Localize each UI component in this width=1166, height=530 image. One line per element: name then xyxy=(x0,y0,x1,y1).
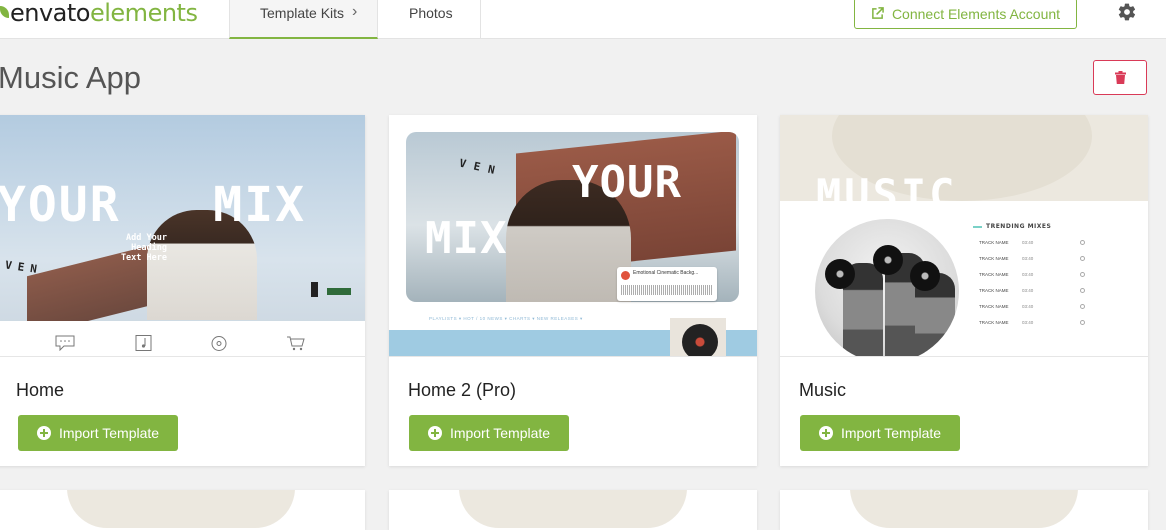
play-icon xyxy=(1080,256,1085,261)
track-row: TRACK NAME 03:40 xyxy=(979,304,1089,310)
template-card-music: MUSIC TRENDING MIXES TRACK NAME 03:40 TRA… xyxy=(780,115,1148,466)
template-thumbnail[interactable]: YOUR MIX Add Your Heading Text Here VEN xyxy=(0,115,365,357)
plus-circle-icon xyxy=(36,426,51,440)
play-icon xyxy=(621,271,630,280)
street-sign xyxy=(327,288,351,295)
thumb-heading-your: YOUR xyxy=(572,157,682,208)
vinyl-record xyxy=(873,245,903,275)
import-template-button[interactable]: Import Template xyxy=(800,415,960,451)
vinyl-image xyxy=(670,318,726,356)
template-card-home-2-pro: VEN YOUR MIX Emotional Cinematic Backg..… xyxy=(389,115,757,466)
import-button-label: Import Template xyxy=(840,425,942,441)
thumb-heading: MUSIC xyxy=(816,170,958,219)
thumb-heading-mix: MIX xyxy=(425,213,508,264)
chevron-right-icon: › xyxy=(352,3,358,20)
play-icon xyxy=(1080,288,1085,293)
tab-label: Template Kits xyxy=(260,5,345,21)
template-thumbnail[interactable]: MUSIC TRENDING MIXES TRACK NAME 03:40 TRA… xyxy=(780,115,1148,357)
thumb-heading: YOUR MIX xyxy=(0,177,306,233)
plus-circle-icon xyxy=(818,426,833,440)
template-name: Music xyxy=(799,380,847,400)
logo-text-elements: elements xyxy=(89,0,198,27)
track-row: TRACK NAME 03:40 xyxy=(979,240,1089,246)
plus-circle-icon xyxy=(427,426,442,440)
template-thumbnail[interactable]: VEN YOUR MIX Emotional Cinematic Backg..… xyxy=(389,115,757,357)
template-card-partial[interactable] xyxy=(0,490,365,530)
template-card-partial[interactable] xyxy=(780,490,1148,530)
play-icon xyxy=(1080,320,1085,325)
template-name: Home 2 (Pro) xyxy=(408,380,517,400)
tab-photos[interactable]: Photos xyxy=(379,0,481,38)
waveform xyxy=(621,285,713,295)
thumb-subheading: Add Your Heading Text Here xyxy=(120,233,167,263)
play-icon xyxy=(1080,304,1085,309)
track-row: TRACK NAME 03:40 xyxy=(979,320,1089,326)
delete-kit-button[interactable] xyxy=(1093,60,1147,95)
play-icon xyxy=(1080,272,1085,277)
thumb-nav: PLAYLISTS ▾ HOT / 10 NEWS ▾ CHARTS ▾ NEW… xyxy=(429,316,583,321)
leaf-icon xyxy=(0,6,9,18)
player-title: Emotional Cinematic Backg... xyxy=(633,270,699,276)
import-template-button[interactable]: Import Template xyxy=(18,415,178,451)
template-name: Home xyxy=(16,380,65,400)
music-note-icon xyxy=(135,335,152,351)
track-row: TRACK NAME 03:40 xyxy=(979,256,1089,262)
play-icon xyxy=(1080,240,1085,245)
page-title: Music App xyxy=(0,60,142,95)
import-button-label: Import Template xyxy=(58,425,160,441)
top-bar: envatoelements Template Kits › Photos Co… xyxy=(0,0,1166,39)
track-row: TRACK NAME 03:40 xyxy=(979,288,1089,294)
import-button-label: Import Template xyxy=(449,425,551,441)
vinyl-record xyxy=(825,259,855,289)
gear-icon[interactable] xyxy=(1117,2,1137,22)
tab-label: Photos xyxy=(409,5,453,21)
template-card-partial[interactable] xyxy=(389,490,757,530)
logo-text-envato: envato xyxy=(10,0,90,27)
connect-button-label: Connect Elements Account xyxy=(891,5,1061,22)
external-link-icon xyxy=(872,7,884,19)
tab-template-kits[interactable]: Template Kits › xyxy=(229,0,378,39)
track-row: TRACK NAME 03:40 xyxy=(979,272,1089,278)
audio-player: Emotional Cinematic Backg... xyxy=(617,267,717,301)
disc-icon xyxy=(211,336,227,351)
chat-icon xyxy=(55,335,75,351)
traffic-light xyxy=(311,282,318,297)
envato-elements-logo[interactable]: envatoelements xyxy=(0,0,198,30)
photo-circle xyxy=(815,219,959,356)
trash-icon xyxy=(1114,71,1126,84)
import-template-button[interactable]: Import Template xyxy=(409,415,569,451)
cart-icon xyxy=(287,336,305,351)
connect-elements-account-button[interactable]: Connect Elements Account xyxy=(854,0,1077,29)
template-card-home: YOUR MIX Add Your Heading Text Here VEN … xyxy=(0,115,365,466)
vinyl-record xyxy=(910,261,940,291)
trending-heading: TRENDING MIXES xyxy=(973,223,1051,230)
